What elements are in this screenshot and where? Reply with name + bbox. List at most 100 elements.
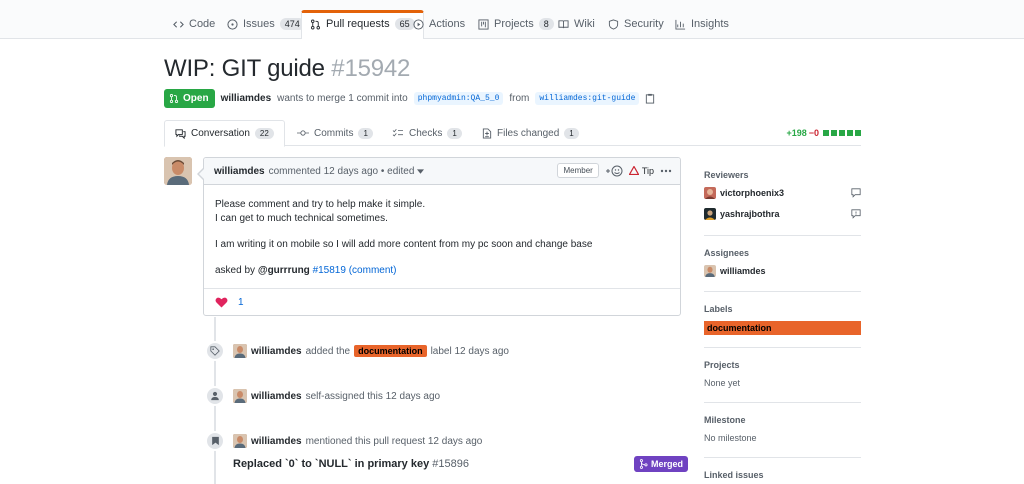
- avatar[interactable]: [233, 389, 247, 403]
- sidebar-milestone-heading[interactable]: Milestone: [704, 415, 861, 426]
- tab-commits[interactable]: Commits 1: [297, 120, 373, 146]
- tab-pull-requests[interactable]: Pull requests 65: [301, 10, 424, 39]
- comment-icon[interactable]: [851, 188, 861, 198]
- sidebar-reviewers-heading[interactable]: Reviewers: [704, 170, 861, 181]
- book-icon: [558, 20, 569, 29]
- kebab-horizontal-icon[interactable]: [660, 169, 672, 173]
- tab-code-label: Code: [189, 18, 216, 30]
- tip-button[interactable]: Tip: [628, 166, 654, 176]
- head-branch[interactable]: williamdes:git-guide: [535, 91, 640, 105]
- review-requested-icon[interactable]: [851, 209, 861, 219]
- reaction-count[interactable]: 1: [238, 297, 244, 308]
- sidebar-linked-heading[interactable]: Linked issues: [704, 470, 861, 481]
- diffstat-block: [847, 130, 853, 136]
- label-documentation[interactable]: documentation: [354, 345, 427, 357]
- sidebar-divider: [704, 347, 861, 348]
- tab-actions[interactable]: Actions: [413, 11, 465, 39]
- clipboard-icon[interactable]: [645, 93, 655, 104]
- pr-title: WIP: GIT guide #15942: [164, 55, 410, 83]
- avatar-image: [704, 208, 716, 220]
- reviewer-name: victorphoenix3: [720, 188, 785, 198]
- conversation-count: 22: [254, 128, 274, 139]
- pull-requests-count: 65: [394, 18, 415, 30]
- tab-conversation[interactable]: Conversation 22: [164, 120, 285, 147]
- referenced-pr-number: #15896: [432, 458, 469, 470]
- timeline-user[interactable]: williamdes: [251, 346, 302, 357]
- assignees-heading: Assignees: [704, 248, 750, 258]
- avatar-image: [164, 157, 192, 185]
- projects-heading: Projects: [704, 360, 740, 370]
- tab-security[interactable]: Security: [608, 11, 664, 39]
- comment-actions: Member Tip: [557, 163, 672, 178]
- tab-code[interactable]: Code: [173, 11, 215, 39]
- assignee-name: williamdes: [720, 266, 766, 276]
- reviewer-name: yashrajbothra: [720, 209, 780, 219]
- git-commit-icon: [297, 130, 309, 136]
- diffstat: +198 −0: [786, 128, 861, 138]
- comment-discussion-icon: [175, 129, 186, 139]
- timeline-text: mentioned this pull request 12 days ago: [305, 435, 483, 447]
- timeline-user[interactable]: williamdes: [251, 436, 302, 447]
- tab-wiki-label: Wiki: [574, 18, 595, 30]
- state-open-badge: Open: [164, 88, 215, 108]
- comment-box: williamdes commented 12 days ago • edite…: [197, 157, 681, 316]
- commits-count: 1: [358, 127, 373, 139]
- diffstat-additions: +198: [786, 128, 807, 138]
- timeline-user[interactable]: williamdes: [251, 391, 302, 402]
- shield-icon: [608, 19, 619, 30]
- tab-projects-label: Projects: [494, 18, 534, 30]
- avatar: [704, 187, 716, 199]
- tab-files-changed[interactable]: Files changed 1: [482, 120, 579, 146]
- avatar-image: [233, 389, 247, 403]
- avatar: [704, 265, 716, 277]
- avatar[interactable]: [164, 157, 192, 185]
- heart-icon[interactable]: [215, 297, 228, 308]
- avatar-image: [233, 434, 247, 448]
- pr-author-link[interactable]: williamdes: [221, 93, 272, 104]
- tab-wiki[interactable]: Wiki: [558, 11, 595, 39]
- milestone-value-text: No milestone: [704, 433, 757, 443]
- milestone-value: No milestone: [704, 433, 861, 444]
- pr-tabbar: Conversation 22 Commits 1 Checks 1 Files…: [164, 120, 861, 147]
- comment-link[interactable]: (comment): [349, 265, 397, 276]
- tab-issues[interactable]: Issues 474: [227, 11, 305, 39]
- member-badge: Member: [557, 163, 599, 178]
- tab-checks[interactable]: Checks 1: [392, 120, 462, 146]
- labels-heading: Labels: [704, 304, 733, 314]
- comment-header: williamdes commented 12 days ago • edite…: [204, 158, 680, 185]
- code-icon: [173, 21, 184, 28]
- diffstat-deletions: −0: [808, 128, 819, 138]
- assignee-item[interactable]: williamdes: [704, 265, 766, 277]
- reviewer-item[interactable]: victorphoenix3: [704, 187, 784, 199]
- sidebar-labels-heading[interactable]: Labels: [704, 304, 861, 315]
- tab-projects[interactable]: Projects 8: [478, 11, 554, 39]
- issue-link[interactable]: #15819: [313, 265, 346, 276]
- project-icon: [478, 19, 489, 30]
- comment-meta[interactable]: commented 12 days ago • edited: [269, 166, 415, 177]
- git-merge-icon: [639, 459, 648, 469]
- avatar[interactable]: [233, 344, 247, 358]
- files-changed-count: 1: [564, 127, 579, 139]
- reviewer-item[interactable]: yashrajbothra: [704, 208, 780, 220]
- tab-conversation-label: Conversation: [191, 128, 250, 139]
- tab-insights[interactable]: Insights: [675, 11, 729, 39]
- tab-checks-label: Checks: [409, 127, 443, 139]
- asker-mention[interactable]: @gurrrung: [258, 265, 310, 276]
- avatar[interactable]: [233, 434, 247, 448]
- timeline-badge: [205, 431, 225, 451]
- comment-paragraph: asked by @gurrrung #15819 (comment): [215, 264, 669, 278]
- tab-issues-label: Issues: [243, 18, 275, 30]
- issue-opened-icon: [227, 19, 238, 30]
- pr-title-text: WIP: GIT guide: [164, 55, 325, 82]
- tab-commits-label: Commits: [314, 127, 354, 139]
- merged-badge: Merged: [634, 456, 689, 472]
- base-branch[interactable]: phpmyadmin:QA_5_0: [413, 91, 504, 105]
- sidebar-projects-heading[interactable]: Projects: [704, 360, 861, 371]
- repo-nav: Code Issues 474 Pull requests 65 Actions…: [0, 0, 1024, 39]
- comment-author[interactable]: williamdes: [214, 166, 265, 177]
- add-reaction-icon[interactable]: [605, 165, 623, 177]
- sidebar-assignees-heading[interactable]: Assignees: [704, 248, 861, 259]
- referenced-pr[interactable]: Replaced `0` to `NULL` in primary key #1…: [233, 458, 469, 470]
- label-documentation[interactable]: documentation: [704, 321, 861, 335]
- referenced-pr-title: Replaced `0` to `NULL` in primary key: [233, 458, 430, 470]
